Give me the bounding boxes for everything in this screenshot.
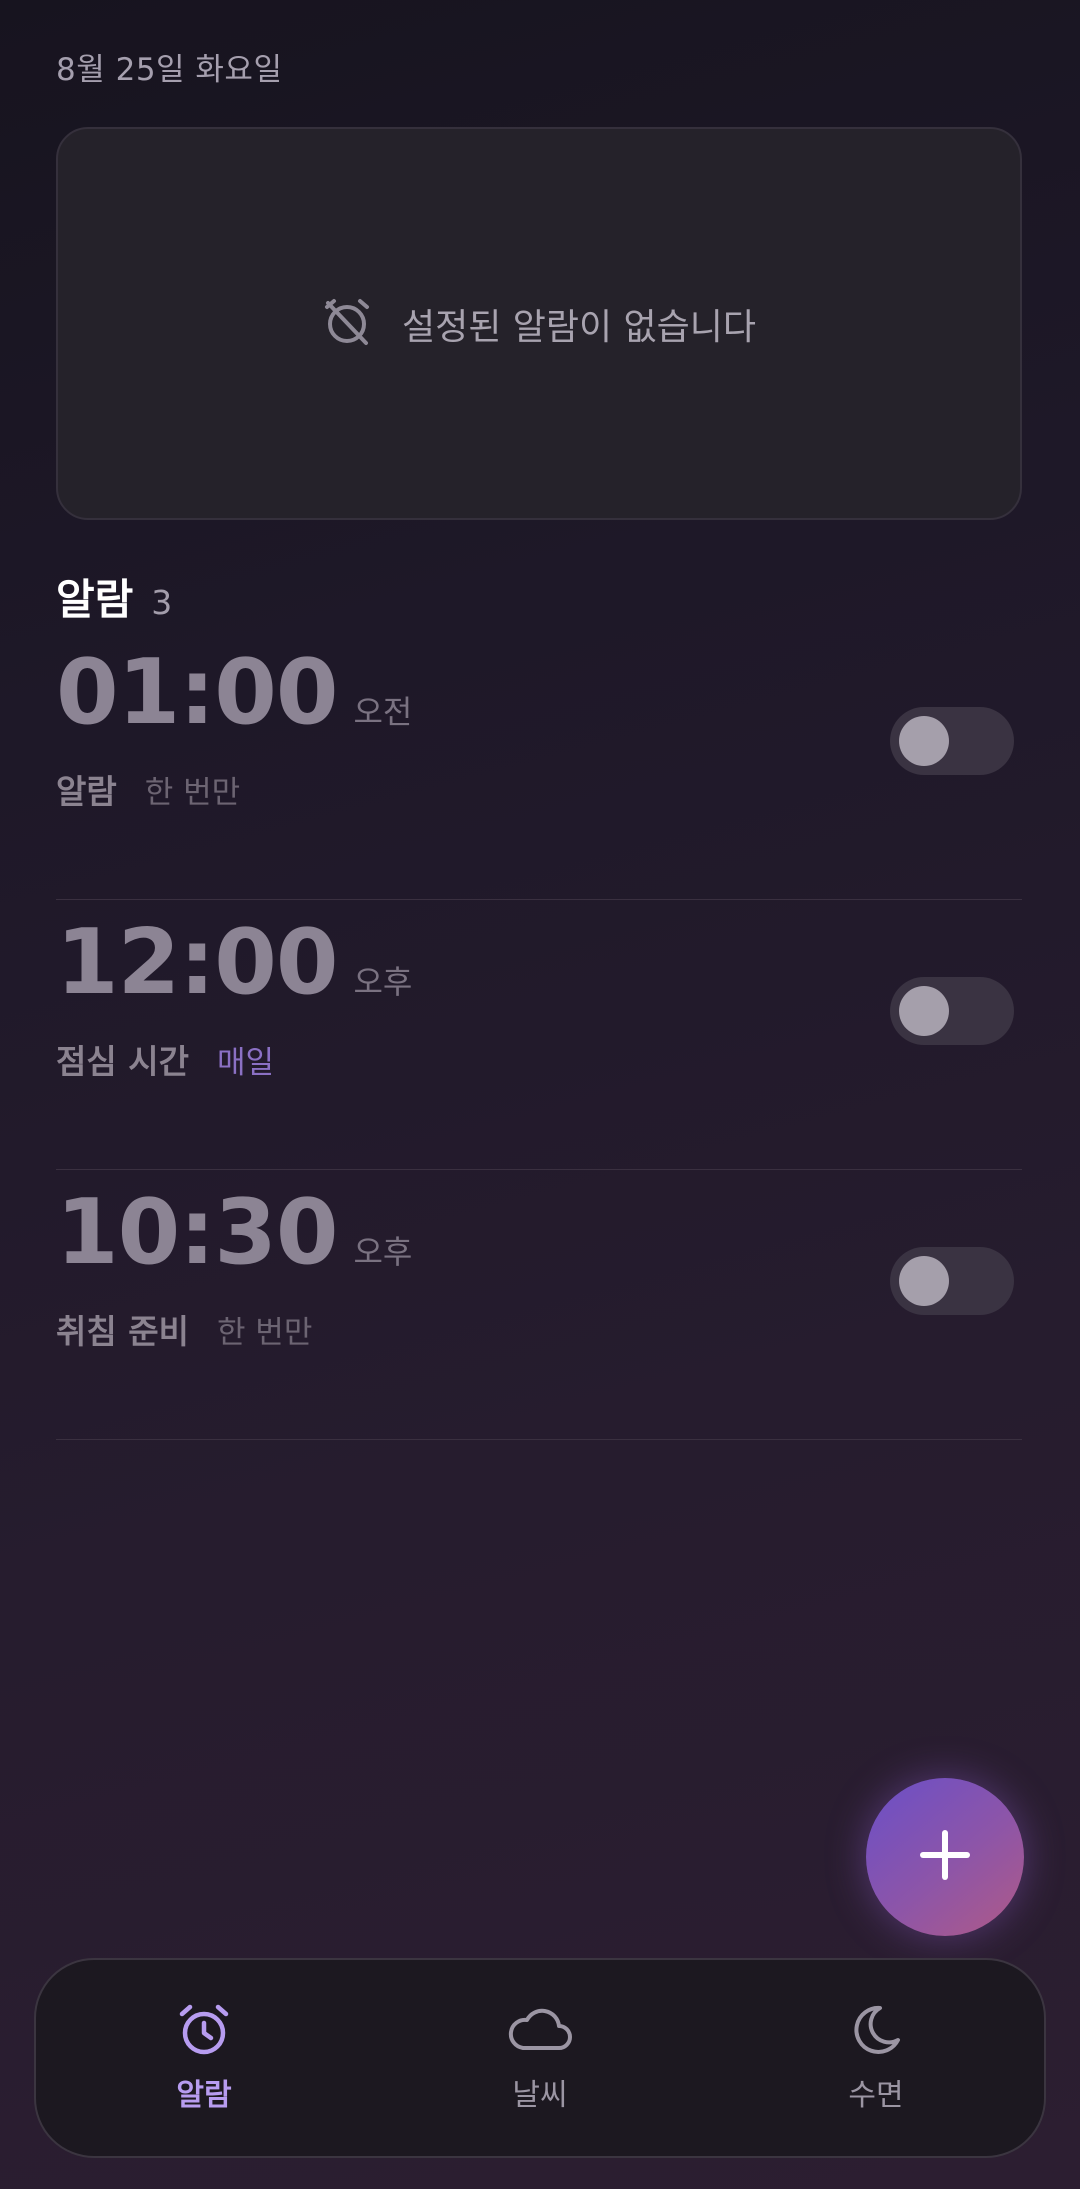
date-header: 8월 25일 화요일: [56, 52, 283, 88]
cloud-icon: [507, 2002, 573, 2062]
alarm-repeat: 한 번만: [144, 775, 241, 811]
nav-label: 알람: [176, 2078, 232, 2113]
alarm-toggle[interactable]: [890, 707, 1014, 775]
alarm-name: 알람: [56, 772, 117, 811]
alarm-clock-icon: [176, 2002, 232, 2062]
alarm-toggle[interactable]: [890, 1247, 1014, 1315]
nav-label: 수면: [848, 2078, 904, 2113]
alarm-time: 01:00: [56, 640, 338, 745]
alarm-count: 3: [151, 583, 173, 622]
section-title: 알람: [56, 575, 134, 624]
alarm-ampm: 오후: [353, 963, 413, 1001]
alarm-time: 10:30: [56, 1180, 338, 1285]
toggle-knob: [899, 1256, 949, 1306]
alarm-item[interactable]: 12:00 오후 점심 시간 매일: [56, 900, 1022, 1170]
alarm-section-header: 알람 3: [56, 566, 172, 627]
alarm-name: 점심 시간: [56, 1042, 189, 1081]
plus-icon: [919, 1829, 971, 1885]
alarm-time: 12:00: [56, 910, 338, 1015]
bottom-navigation: 알람 날씨 수면: [34, 1958, 1046, 2158]
alarm-item[interactable]: 10:30 오후 취침 준비 한 번만: [56, 1170, 1022, 1440]
alarm-toggle[interactable]: [890, 977, 1014, 1045]
nav-item-alarm[interactable]: 알람: [36, 1960, 372, 2156]
nav-label: 날씨: [512, 2078, 568, 2113]
alarm-repeat: 한 번만: [216, 1315, 313, 1351]
toggle-knob: [899, 986, 949, 1036]
alarm-repeat: 매일: [216, 1045, 274, 1081]
nav-item-weather[interactable]: 날씨: [372, 1960, 708, 2156]
alarm-name: 취침 준비: [56, 1312, 189, 1351]
alarm-ampm: 오전: [353, 693, 413, 731]
no-alarm-card: 설정된 알람이 없습니다: [56, 127, 1022, 520]
moon-icon: [848, 2002, 904, 2062]
add-alarm-button[interactable]: [866, 1778, 1024, 1936]
nav-item-sleep[interactable]: 수면: [708, 1960, 1044, 2156]
toggle-knob: [899, 716, 949, 766]
alarm-ampm: 오후: [353, 1233, 413, 1271]
alarm-off-icon: [322, 297, 372, 351]
no-alarm-text: 설정된 알람이 없습니다: [401, 306, 757, 348]
alarm-item[interactable]: 01:00 오전 알람 한 번만: [56, 630, 1022, 900]
